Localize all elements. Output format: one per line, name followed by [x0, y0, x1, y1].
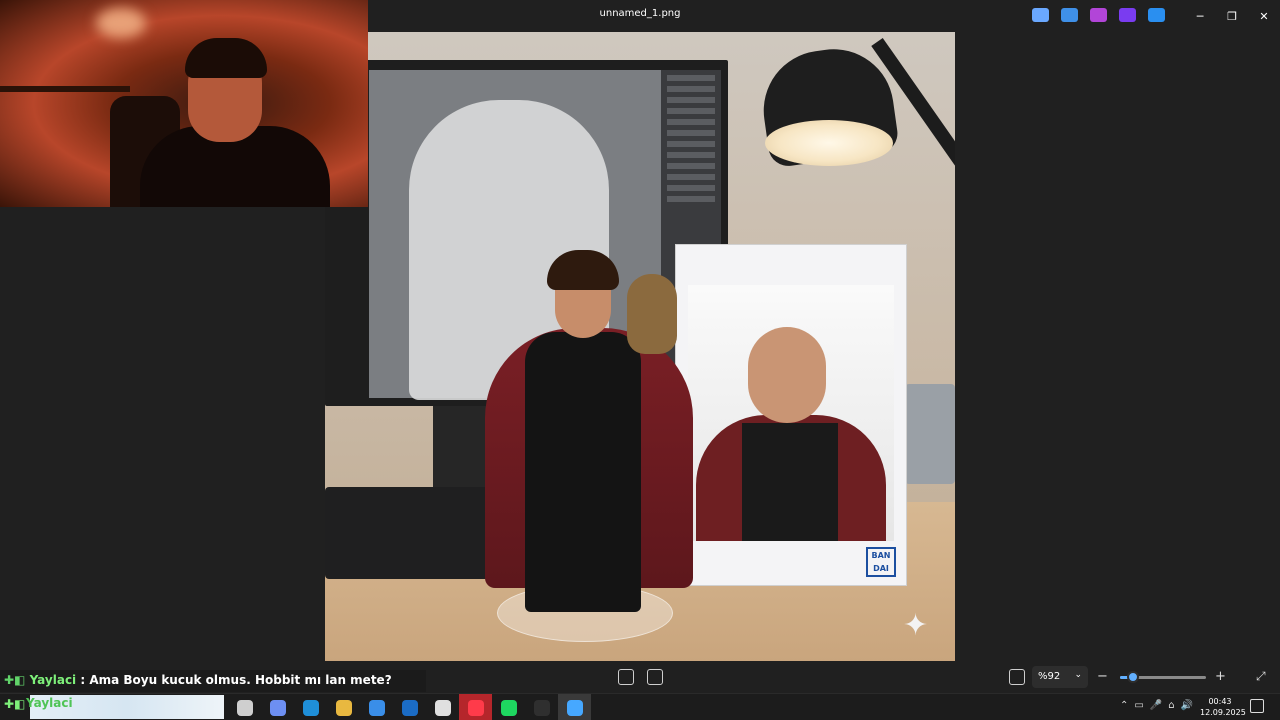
battery-icon[interactable]: ▭ — [1134, 700, 1143, 711]
copilot-icon[interactable] — [1032, 8, 1049, 22]
notification-icon[interactable] — [1250, 699, 1264, 713]
video-icon[interactable] — [1119, 8, 1136, 22]
box-shirt — [742, 423, 838, 541]
zoom-level-value: %92 — [1038, 671, 1061, 682]
store-icon — [368, 699, 385, 716]
copilot-taskbar-button[interactable] — [261, 694, 294, 720]
task-view-icon — [236, 699, 253, 716]
taskbar-pinned-apps — [228, 694, 591, 720]
opera-icon — [467, 699, 484, 716]
desktop: unnamed_1.png ─ ❐ ✕ BAN DAI ✦ %92 ⌄ − + … — [0, 0, 1280, 720]
clock-date: 12.09.2025 — [1200, 708, 1246, 717]
chat-message: ✚◧ Yaylaci : Ama Boyu kucuk olmus. Hobbi… — [0, 670, 426, 692]
chat-username: Yaylaci — [29, 673, 77, 687]
room-shelf — [0, 86, 130, 92]
clipchamp-icon[interactable] — [1090, 8, 1107, 22]
close-button[interactable]: ✕ — [1248, 0, 1280, 32]
lamp-light — [765, 120, 893, 166]
window-title: unnamed_1.png — [599, 8, 681, 19]
task-view-button[interactable] — [228, 694, 261, 720]
room-lamp — [96, 8, 146, 38]
webcam-overlay — [0, 0, 368, 207]
store-taskbar-button[interactable] — [360, 694, 393, 720]
microphone-icon[interactable]: 🎤 — [1150, 700, 1162, 711]
box-portrait — [688, 285, 894, 541]
fullscreen-button[interactable]: ⤢ — [1256, 669, 1266, 684]
figure-box: BAN DAI — [675, 244, 907, 586]
photos-icon — [566, 699, 583, 716]
sparkle-icon: ✦ — [903, 608, 929, 643]
paint-icon[interactable] — [1061, 8, 1078, 22]
displayed-image[interactable]: BAN DAI ✦ — [325, 32, 955, 661]
window-controls: ─ ❐ ✕ — [1184, 0, 1280, 32]
chevron-down-icon: ⌄ — [1074, 670, 1082, 680]
file-explorer-taskbar-button[interactable] — [327, 694, 360, 720]
titlebar-app-shortcuts — [1032, 8, 1165, 22]
opera-taskbar-button[interactable] — [459, 694, 492, 720]
terminal-icon — [533, 699, 550, 716]
pencil-cup — [905, 384, 955, 484]
network-icon[interactable]: ⌂ — [1168, 700, 1174, 711]
bandai-logo: BAN DAI — [866, 547, 896, 577]
taskbar: ✚◧ Yaylaci ⌃ ▭ 🎤 ⌂ 🔊 00:43 12.09.2025 — [0, 693, 1280, 720]
clock-time: 00:43 — [1208, 697, 1232, 706]
minimize-button[interactable]: ─ — [1184, 0, 1216, 32]
banner-username: Yaylaci — [26, 696, 73, 710]
tray-overflow-icon[interactable]: ⌃ — [1120, 700, 1128, 711]
photos-taskbar-button[interactable] — [558, 694, 591, 720]
chat-text: Ama Boyu kucuk olmus. Hobbit mı lan mete… — [89, 673, 392, 687]
outlook-taskbar-button[interactable] — [393, 694, 426, 720]
performance-icon — [434, 699, 451, 716]
zoom-level-select[interactable]: %92 ⌄ — [1032, 666, 1088, 688]
copilot-icon — [269, 699, 286, 716]
onedrive-icon[interactable] — [1148, 8, 1165, 22]
edge-taskbar-button[interactable] — [294, 694, 327, 720]
volume-icon[interactable]: 🔊 — [1181, 700, 1193, 711]
figure-body — [525, 332, 641, 612]
zoom-slider[interactable] — [1120, 671, 1206, 683]
terminal-taskbar-button[interactable] — [525, 694, 558, 720]
spotify-icon — [500, 699, 517, 716]
spotify-taskbar-button[interactable] — [492, 694, 525, 720]
maximize-button[interactable]: ❐ — [1216, 0, 1248, 32]
zoom-out-button[interactable]: − — [1097, 669, 1108, 684]
zoom-in-button[interactable]: + — [1215, 669, 1226, 684]
zoom-slider-thumb[interactable] — [1126, 671, 1139, 683]
clock[interactable]: 00:43 12.09.2025 — [1200, 696, 1246, 718]
edge-icon — [302, 699, 319, 716]
chat-separator: : — [76, 673, 90, 687]
outlook-icon — [401, 699, 418, 716]
system-tray: ⌃ ▭ 🎤 ⌂ 🔊 — [1120, 700, 1193, 711]
owl-figure — [627, 274, 677, 354]
banner-badge-icon: ✚◧ — [4, 697, 26, 711]
streamer-hair — [185, 38, 267, 78]
chat-badge-icon: ✚◧ — [4, 673, 26, 687]
performance-taskbar-button[interactable] — [426, 694, 459, 720]
fit-to-window-icon[interactable] — [618, 669, 634, 685]
file-explorer-icon — [335, 699, 352, 716]
actual-size-icon[interactable] — [647, 669, 663, 685]
fit-icon[interactable] — [1009, 669, 1025, 685]
box-face — [748, 327, 826, 423]
keyboard — [325, 487, 495, 579]
